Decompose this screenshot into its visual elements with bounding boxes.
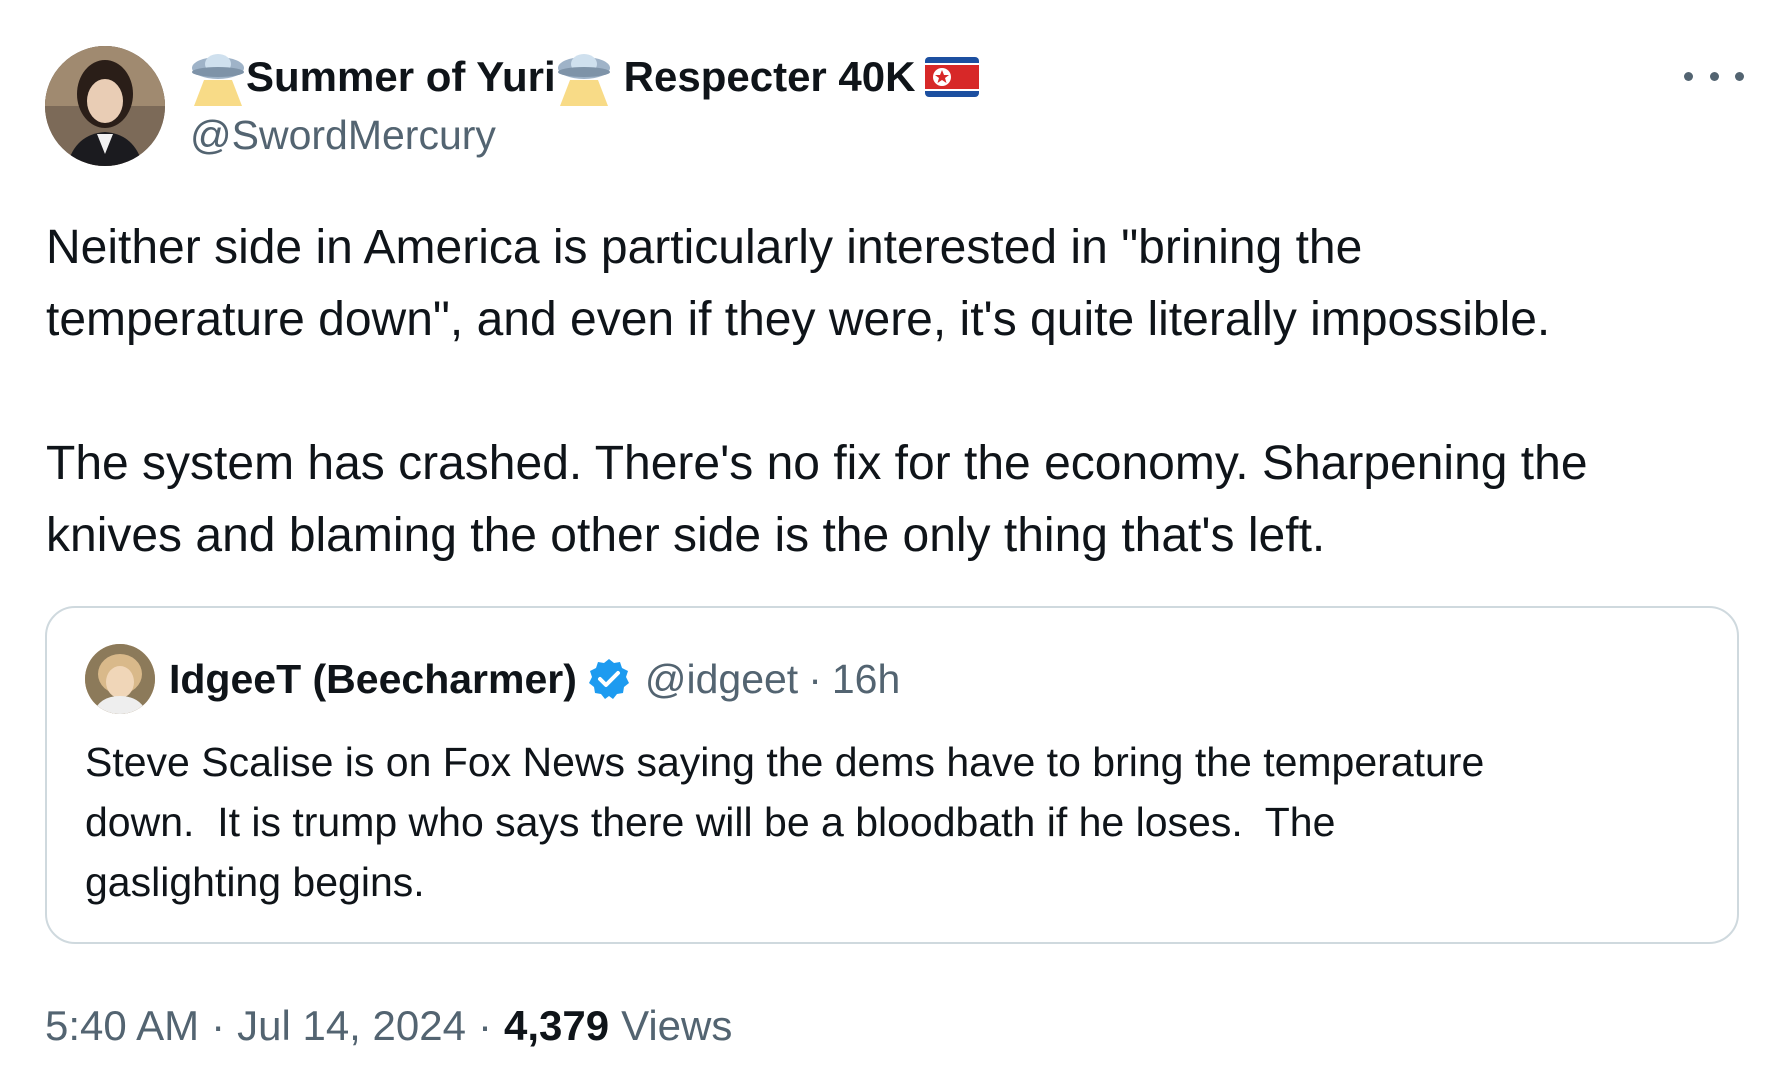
quoted-tweet[interactable]: IdgeeT (Beecharmer) @idgeet · 16h Steve … <box>45 606 1739 944</box>
quoted-tweet-header: IdgeeT (Beecharmer) @idgeet · 16h <box>169 652 900 706</box>
quoted-author-handle[interactable]: @idgeet <box>645 656 798 703</box>
quoted-text-line: down. It is trump who says there will be… <box>85 799 1336 845</box>
quoted-author-avatar <box>85 644 155 714</box>
tweet-text: Neither side in America is particularly … <box>46 212 1746 572</box>
separator-dot: · <box>808 655 822 702</box>
display-name-part-2: Respecter 40K <box>623 53 916 100</box>
quoted-avatar-photo <box>85 644 155 714</box>
quoted-tweet-time[interactable]: 16h <box>832 656 900 703</box>
author-avatar[interactable] <box>45 46 165 166</box>
flying-saucer-icon <box>190 48 246 106</box>
verified-badge-icon <box>587 657 631 701</box>
author-display-name[interactable]: Summer of Yuri Respecter 40K <box>190 48 980 106</box>
separator-dot: · <box>477 1002 492 1049</box>
tweet-text-line: The system has crashed. There's no fix f… <box>46 437 1588 490</box>
views-count: 4,379 <box>503 1002 610 1049</box>
display-name-part-1: Summer of Yuri <box>246 53 556 100</box>
tweet-metadata: 5:40 AM · Jul 14, 2024 · 4,379 Views <box>45 996 732 1056</box>
avatar-photo <box>45 46 165 166</box>
quoted-tweet-text: Steve Scalise is on Fox News saying the … <box>85 732 1705 912</box>
tweet: Summer of Yuri Respecter 40K @SwordMercu… <box>0 0 1792 1083</box>
author-handle[interactable]: @SwordMercury <box>190 112 496 159</box>
separator-dot: · <box>211 1002 226 1049</box>
flying-saucer-icon <box>556 48 612 106</box>
quoted-text-line: Steve Scalise is on Fox News saying the … <box>85 739 1485 785</box>
quoted-author-name[interactable]: IdgeeT (Beecharmer) <box>169 656 577 703</box>
views-label: Views <box>621 1002 733 1049</box>
tweet-text-line: temperature down", and even if they were… <box>46 293 1551 346</box>
tweet-text-line: knives and blaming the other side is the… <box>46 509 1326 562</box>
north-korea-flag-icon <box>925 57 980 97</box>
tweet-time[interactable]: 5:40 AM <box>45 1002 199 1050</box>
tweet-date[interactable]: Jul 14, 2024 <box>237 1002 466 1050</box>
more-options-icon[interactable] <box>1684 56 1744 96</box>
quoted-text-line: gaslighting begins. <box>85 859 425 905</box>
tweet-text-line: Neither side in America is particularly … <box>46 221 1363 274</box>
